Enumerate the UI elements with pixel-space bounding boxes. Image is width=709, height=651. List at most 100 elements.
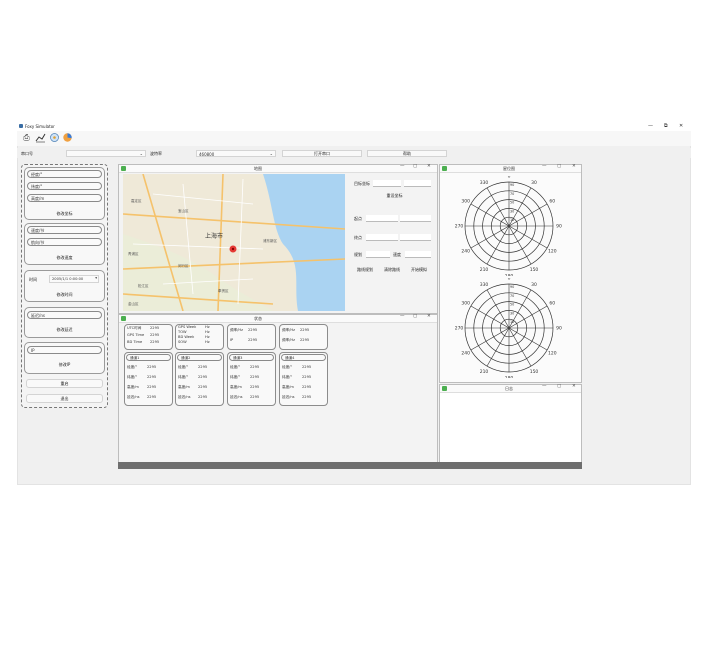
close-icon[interactable]: ✕	[572, 384, 576, 389]
map-window-header[interactable]	[119, 165, 437, 173]
skyplot-bearing-label: 240	[461, 249, 470, 255]
channel-row-value: 2295	[250, 375, 260, 379]
maximize-icon[interactable]: ⧉	[664, 123, 668, 129]
skyplot-bearing-label: 330	[480, 282, 489, 288]
time-row-value: 2295	[150, 333, 160, 337]
rate-row-label: 频率/Hz	[230, 328, 243, 332]
maximize-icon[interactable]: ▢	[413, 164, 417, 169]
channel-row-value: 2295	[250, 395, 260, 399]
week-row-label: SOW	[178, 340, 187, 344]
skyplot-bearing-label: 300	[461, 199, 470, 205]
rate-row-label: IP	[230, 338, 234, 342]
open-port-button[interactable]: 打开串口	[282, 150, 362, 157]
map-place-label: 松江区	[138, 284, 149, 288]
chart-line-icon[interactable]	[35, 132, 46, 143]
speed-field[interactable]: 速度/节	[27, 226, 102, 234]
delay-field[interactable]: 延迟/ns	[27, 311, 102, 319]
skyplot-ring-label: 90	[510, 285, 514, 289]
map-place-label: 闵行区	[178, 264, 189, 268]
chevron-down-icon: ⌄	[269, 151, 273, 156]
maximize-icon[interactable]: ▢	[557, 384, 561, 389]
baud-select[interactable]: 460800 ⌄	[196, 150, 276, 157]
minimize-icon[interactable]: —	[542, 164, 547, 169]
start-lat-field[interactable]	[400, 215, 431, 222]
course-field[interactable]: 航向/节	[27, 238, 102, 246]
channel-row-label: 延迟/ns	[230, 395, 243, 399]
skyplot-ring-label: 30	[510, 311, 514, 315]
modify-delay-button[interactable]: 修改延迟	[24, 327, 105, 333]
target-lon-field[interactable]	[373, 180, 401, 187]
close-icon[interactable]: ✕	[679, 123, 683, 129]
skyplot-ring-label: 10	[510, 218, 514, 222]
modify-ip-button[interactable]: 修改IP	[24, 362, 105, 368]
modify-coord-button[interactable]: 修改坐标	[24, 211, 105, 217]
minimize-icon[interactable]: —	[648, 123, 653, 129]
apply-coord-button[interactable]: 重设坐标	[372, 193, 417, 199]
skyplot-bearing-label: 60	[549, 199, 555, 205]
status-scrollbar[interactable]	[118, 462, 582, 469]
map-view[interactable]: 上海市 宝山区 嘉定区 青浦区 闵行区 松江区 浦东新区 奉贤区 金山区	[123, 174, 345, 311]
channel-row-value: 2295	[147, 385, 157, 389]
modify-time-button[interactable]: 修改时间	[24, 292, 105, 298]
speed-label: 速度	[393, 252, 401, 257]
start-lon-field[interactable]	[366, 215, 398, 222]
map-city-label: 上海市	[205, 233, 224, 240]
time-picker[interactable]: 2005/1/1 0:00:00 ▾	[49, 275, 99, 283]
port-select[interactable]: ⌄	[66, 150, 146, 157]
channel-select[interactable]: 通道1	[126, 354, 171, 361]
altitude-field[interactable]: 高度/m	[27, 194, 102, 202]
end-label: 终点	[354, 235, 362, 240]
skyplot-bearing-label: 210	[480, 369, 489, 375]
route-speed-field[interactable]	[405, 251, 431, 258]
status-window-header[interactable]	[119, 315, 437, 323]
ip-field[interactable]: IP	[27, 346, 102, 354]
rate-row-value: 2295	[248, 338, 258, 342]
chevron-down-icon: ⌄	[139, 151, 143, 156]
title-bar[interactable]	[17, 122, 691, 131]
restart-button[interactable]: 重启	[26, 379, 103, 388]
target-lat-field[interactable]	[404, 180, 431, 187]
minimize-icon[interactable]: —	[400, 164, 405, 169]
misc-row-value: 2295	[300, 338, 310, 342]
week-row-label: TOW	[178, 330, 187, 334]
satellite-icon[interactable]	[49, 132, 60, 143]
print-icon[interactable]: ⎙	[21, 132, 32, 143]
skyplot-lower: 0 30 60 90 120 150 180 210 240 270 300 330 10 30 50 70 9…	[455, 278, 562, 378]
channel-row-value: 2295	[250, 385, 260, 389]
end-lon-field[interactable]	[366, 234, 398, 241]
maximize-icon[interactable]: ▢	[413, 314, 417, 319]
pie-chart-icon[interactable]	[62, 132, 73, 143]
channel-select[interactable]: 通道2	[177, 354, 222, 361]
channel-row-label: 高度/m	[178, 385, 190, 389]
channel-select[interactable]: 通道3	[229, 354, 274, 361]
modify-speed-button[interactable]: 修改速度	[24, 255, 105, 261]
channel-row-value: 2295	[198, 365, 208, 369]
skyplot-bearing-label: 30	[531, 180, 537, 186]
close-icon[interactable]: ✕	[427, 314, 431, 319]
start-simulation-button[interactable]: 开始模拟	[411, 267, 427, 273]
route-field[interactable]	[366, 251, 390, 258]
minimize-icon[interactable]: —	[542, 384, 547, 389]
baud-label: 波特率	[150, 151, 162, 156]
exit-button[interactable]: 退出	[26, 394, 103, 403]
latitude-field[interactable]: 纬度/°	[27, 182, 102, 190]
end-lat-field[interactable]	[400, 234, 431, 241]
start-label: 起点	[354, 216, 362, 221]
channel-row-value: 2295	[198, 395, 208, 399]
minimize-icon[interactable]: —	[400, 314, 405, 319]
channel-row-label: 高度/m	[230, 385, 242, 389]
channel-select[interactable]: 通道4	[281, 354, 326, 361]
week-row-value: Hz	[205, 340, 210, 344]
clear-route-button[interactable]: 清除路线	[384, 267, 400, 273]
plan-route-button[interactable]: 路线规划	[357, 267, 373, 273]
maximize-icon[interactable]: ▢	[557, 164, 561, 169]
log-text-area[interactable]	[440, 393, 581, 462]
close-icon[interactable]: ✕	[572, 164, 576, 169]
help-button[interactable]: 帮助	[367, 150, 447, 157]
longitude-field[interactable]: 经度/°	[27, 170, 102, 178]
skyplot-bearing-label: 210	[480, 267, 489, 273]
week-row-label: BD Week	[178, 335, 195, 339]
window-title: Foxy Simulator	[25, 124, 55, 129]
close-icon[interactable]: ✕	[427, 164, 431, 169]
time-row-label: UTC时间	[127, 326, 142, 330]
